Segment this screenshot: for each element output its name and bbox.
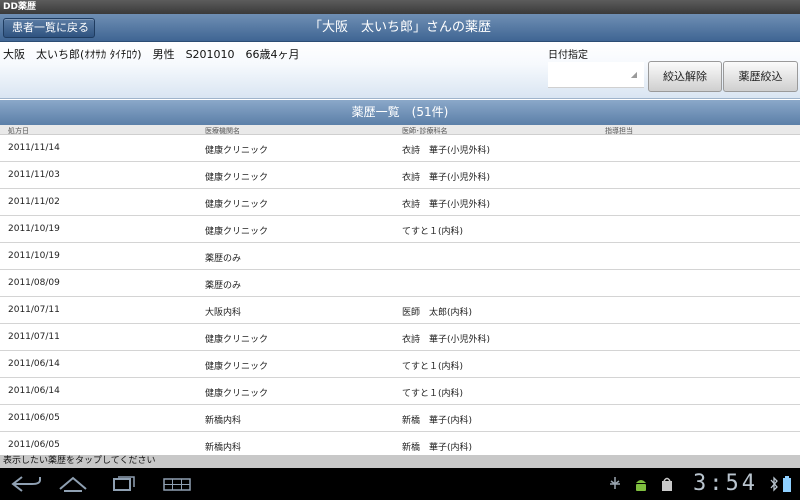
row-institution: 健康クリニック bbox=[205, 335, 269, 345]
row-doctor: 衣詩 華子(小児外科) bbox=[402, 173, 491, 183]
history-row[interactable]: 2011/08/09 薬歴のみ bbox=[0, 270, 800, 297]
row-doctor: 衣詩 華子(小児外科) bbox=[402, 200, 491, 210]
history-row[interactable]: 2011/06/05 新橋内科 新橋 華子(内科) bbox=[0, 405, 800, 432]
date-filter-select[interactable]: ◢ bbox=[548, 62, 644, 88]
history-row[interactable]: 2011/07/11 大阪内科 医師 太郎(内科) bbox=[0, 297, 800, 324]
status-bar: 表示したい薬歴をタップしてください bbox=[0, 455, 800, 468]
row-doctor: 衣詩 華子(小児外科) bbox=[402, 335, 491, 345]
history-row[interactable]: 2011/11/03 健康クリニック 衣詩 華子(小児外科) bbox=[0, 162, 800, 189]
row-institution: 健康クリニック bbox=[205, 227, 269, 237]
history-row[interactable]: 2011/10/19 薬歴のみ bbox=[0, 243, 800, 270]
row-date: 2011/06/14 bbox=[8, 359, 60, 369]
row-institution: 健康クリニック bbox=[205, 200, 269, 210]
row-institution: 薬歴のみ bbox=[205, 281, 242, 291]
system-clock: 3:54 bbox=[693, 471, 758, 496]
column-headers: 処方日 医療機関名 医師･診療科名 指導担当 bbox=[0, 125, 800, 135]
title-bar: 「大阪 太いち郎」さんの薬歴 患者一覧に戻る bbox=[0, 14, 800, 42]
shopping-bag-icon bbox=[662, 477, 672, 491]
battery-icon bbox=[783, 476, 791, 492]
app-title: DD薬歴 bbox=[3, 2, 36, 12]
apply-filter-button[interactable]: 薬歴絞込 bbox=[723, 61, 798, 92]
row-doctor: 医師 太郎(内科) bbox=[402, 308, 473, 318]
row-doctor: 新橋 華子(内科) bbox=[402, 416, 473, 426]
row-doctor: てすと１(内科) bbox=[402, 362, 464, 372]
history-row[interactable]: 2011/10/19 健康クリニック てすと１(内科) bbox=[0, 216, 800, 243]
back-to-patient-list-button[interactable]: 患者一覧に戻る bbox=[3, 18, 95, 38]
row-date: 2011/08/09 bbox=[8, 278, 60, 288]
row-date: 2011/07/11 bbox=[8, 305, 60, 315]
history-row[interactable]: 2011/07/11 健康クリニック 衣詩 華子(小児外科) bbox=[0, 324, 800, 351]
android-icon bbox=[636, 480, 646, 491]
history-list-header: 薬歴一覧 (51件) bbox=[0, 100, 800, 125]
row-date: 2011/06/05 bbox=[8, 413, 60, 423]
row-doctor: てすと１(内科) bbox=[402, 227, 464, 237]
row-date: 2011/11/02 bbox=[8, 197, 60, 207]
row-institution: 新橋内科 bbox=[205, 416, 242, 426]
usb-debug-icon bbox=[610, 477, 620, 489]
row-institution: 新橋内科 bbox=[205, 443, 242, 453]
back-icon[interactable] bbox=[10, 474, 44, 494]
clear-filter-button[interactable]: 絞込解除 bbox=[648, 61, 722, 92]
recent-apps-icon[interactable] bbox=[108, 474, 142, 494]
patient-info-bar: 大阪 太いち郎(ｵｵｻｶ ﾀｲﾁﾛｳ) 男性 S201010 66歳4ヶ月 日付… bbox=[0, 42, 800, 99]
row-institution: 薬歴のみ bbox=[205, 254, 242, 264]
history-list: 2011/11/14 健康クリニック 衣詩 華子(小児外科) 2011/11/03 健康… bbox=[0, 135, 800, 455]
row-institution: 健康クリニック bbox=[205, 146, 269, 156]
history-row[interactable]: 2011/06/14 健康クリニック てすと１(内科) bbox=[0, 351, 800, 378]
row-doctor: 新橋 華子(内科) bbox=[402, 443, 473, 453]
row-date: 2011/06/05 bbox=[8, 440, 60, 450]
row-institution: 大阪内科 bbox=[205, 308, 242, 318]
row-institution: 健康クリニック bbox=[205, 389, 269, 399]
row-date: 2011/07/11 bbox=[8, 332, 60, 342]
status-message: 表示したい薬歴をタップしてください bbox=[3, 456, 156, 466]
history-row[interactable]: 2011/11/14 健康クリニック 衣詩 華子(小児外科) bbox=[0, 135, 800, 162]
row-institution: 健康クリニック bbox=[205, 173, 269, 183]
row-doctor: 衣詩 華子(小児外科) bbox=[402, 146, 491, 156]
row-doctor: てすと１(内科) bbox=[402, 389, 464, 399]
app-title-bar: DD薬歴 bbox=[0, 0, 800, 14]
history-row[interactable]: 2011/06/05 新橋内科 新橋 華子(内科) bbox=[0, 432, 800, 455]
history-row[interactable]: 2011/11/02 健康クリニック 衣詩 華子(小児外科) bbox=[0, 189, 800, 216]
dropdown-caret-icon: ◢ bbox=[630, 70, 637, 79]
row-institution: 健康クリニック bbox=[205, 362, 269, 372]
row-date: 2011/11/03 bbox=[8, 170, 60, 180]
row-date: 2011/10/19 bbox=[8, 224, 60, 234]
system-nav-bar: 3:54 bbox=[0, 468, 800, 500]
date-filter-label: 日付指定 bbox=[548, 50, 588, 61]
row-date: 2011/11/14 bbox=[8, 143, 60, 153]
page-title: 「大阪 太いち郎」さんの薬歴 bbox=[308, 20, 491, 35]
home-icon[interactable] bbox=[56, 474, 90, 494]
patient-summary: 大阪 太いち郎(ｵｵｻｶ ﾀｲﾁﾛｳ) 男性 S201010 66歳4ヶ月 bbox=[3, 48, 300, 61]
history-row[interactable]: 2011/06/14 健康クリニック てすと１(内科) bbox=[0, 378, 800, 405]
grid-menu-icon[interactable] bbox=[160, 474, 194, 494]
row-date: 2011/10/19 bbox=[8, 251, 60, 261]
row-date: 2011/06/14 bbox=[8, 386, 60, 396]
